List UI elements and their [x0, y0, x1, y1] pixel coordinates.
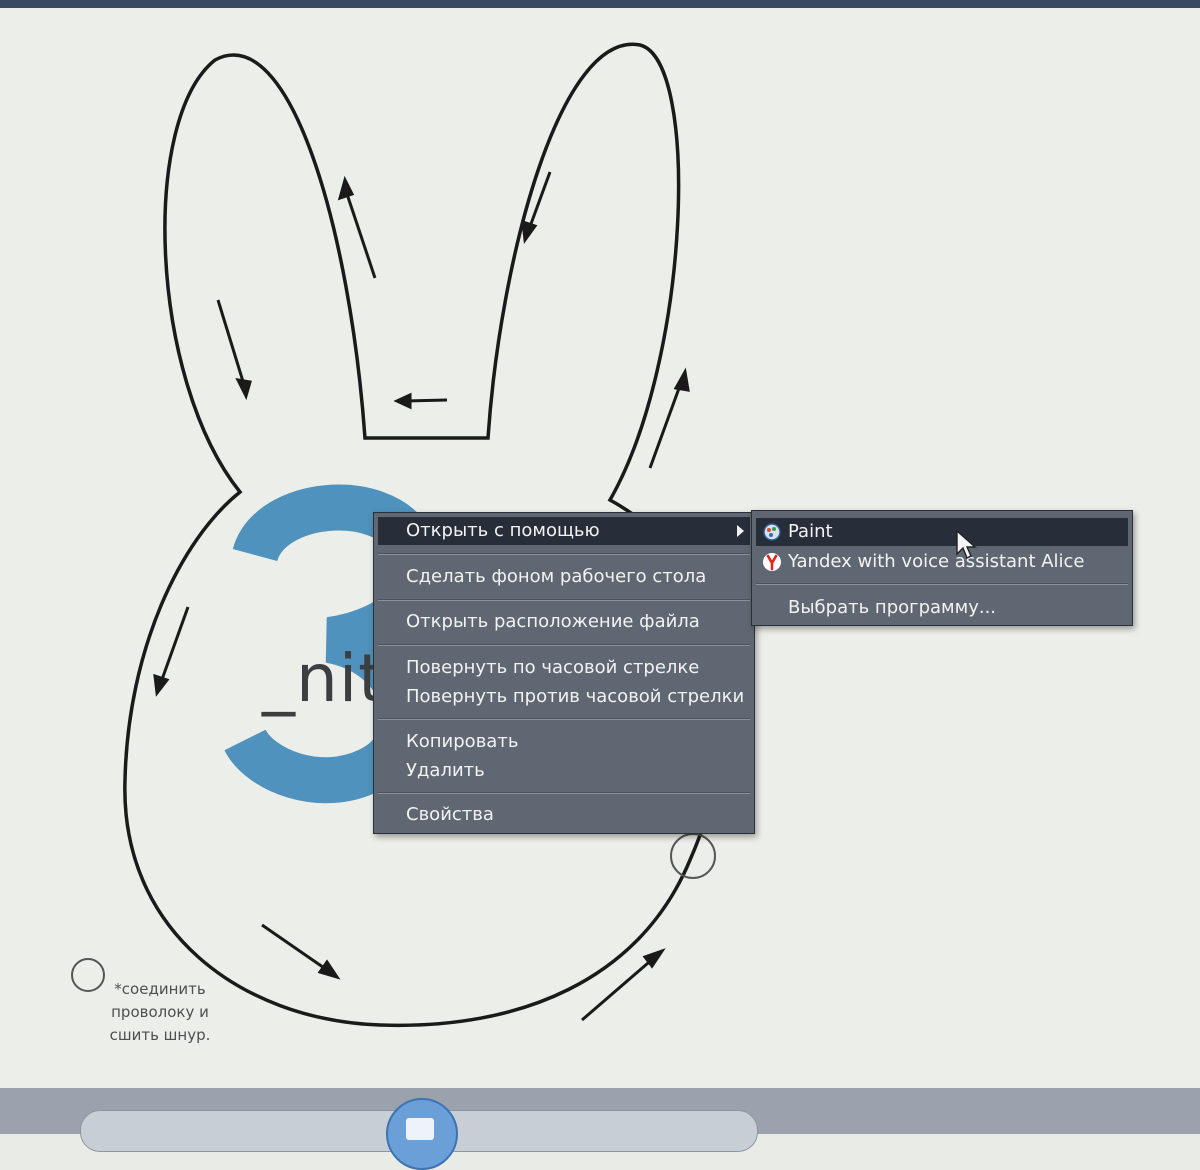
menu-item-label: Открыть расположение файла [406, 611, 700, 632]
menu-item-properties[interactable]: Свойства [378, 801, 750, 829]
paint-icon [763, 523, 781, 541]
open-with-submenu: Paint Yandex with voice assistant Alice … [751, 510, 1133, 626]
menu-separator [756, 583, 1128, 585]
submenu-item-yandex[interactable]: Yandex with voice assistant Alice [756, 548, 1128, 576]
menu-separator [378, 553, 750, 555]
menu-separator [378, 644, 750, 646]
menu-item-label: Удалить [406, 760, 485, 781]
menu-separator [378, 599, 750, 601]
submenu-arrow-icon [737, 525, 744, 537]
submenu-item-label: Paint [788, 521, 833, 542]
menu-item-label: Свойства [406, 804, 494, 825]
menu-separator [378, 792, 750, 794]
menu-item-label: Повернуть против часовой стрелки [406, 686, 745, 707]
menu-item-label: Копировать [406, 731, 519, 752]
submenu-item-label: Выбрать программу... [788, 597, 997, 618]
menu-item-label: Сделать фоном рабочего стола [406, 566, 707, 587]
mouse-cursor-icon [956, 530, 977, 559]
menu-item-label: Повернуть по часовой стрелке [406, 657, 700, 678]
context-menu: Открыть с помощью Сделать фоном рабочего… [373, 512, 755, 834]
menu-item-rotate-clockwise[interactable]: Повернуть по часовой стрелке [378, 654, 750, 682]
viewer-toolbar [0, 1088, 1200, 1170]
logo-text: _nit [262, 640, 386, 717]
note-line: сшить шнур. [109, 1026, 211, 1044]
slideshow-button[interactable] [386, 1098, 458, 1170]
menu-item-rotate-counterclockwise[interactable]: Повернуть против часовой стрелки [378, 683, 750, 711]
submenu-item-paint[interactable]: Paint [756, 518, 1128, 546]
submenu-item-choose-program[interactable]: Выбрать программу... [756, 594, 1128, 622]
instruction-note: *соединить проволоку и сшить шнур. [100, 978, 220, 1047]
submenu-item-label: Yandex with voice assistant Alice [788, 551, 1085, 572]
note-line: *соединить [114, 980, 206, 998]
menu-item-set-desktop-background[interactable]: Сделать фоном рабочего стола [378, 563, 750, 591]
menu-item-copy[interactable]: Копировать [378, 728, 750, 756]
slideshow-icon [406, 1118, 434, 1140]
menu-item-open-with[interactable]: Открыть с помощью [378, 517, 750, 545]
menu-separator [378, 718, 750, 720]
menu-item-label: Открыть с помощью [406, 520, 600, 541]
menu-item-open-file-location[interactable]: Открыть расположение файла [378, 608, 750, 636]
yandex-browser-icon [763, 553, 781, 571]
note-line: проволоку и [111, 1003, 209, 1021]
menu-item-delete[interactable]: Удалить [378, 757, 750, 785]
